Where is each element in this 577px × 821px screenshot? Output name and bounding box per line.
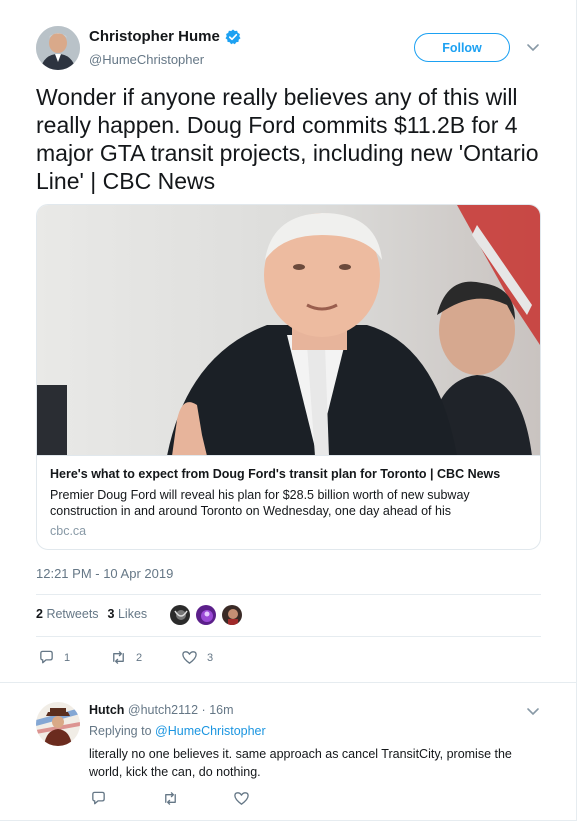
replying-to-link[interactable]: @HumeChristopher [155,724,266,738]
likes-count: 3 [107,607,115,621]
reply-reply-action[interactable] [90,790,116,807]
retweets-stat[interactable]: 2 Retweets [36,607,99,621]
chevron-down-icon[interactable] [526,704,540,718]
retweet-action[interactable]: 2 [110,649,142,666]
reply-author-name[interactable]: Hutch [89,703,124,717]
card-description: Premier Doug Ford will reveal his plan f… [50,488,470,518]
reply-time[interactable]: 16m [209,703,233,717]
reply-header: Hutch @hutch2112 · 16m [89,703,234,717]
tweet-timestamp[interactable]: 12:21 PM - 10 Apr 2019 [36,566,173,581]
replying-prefix: Replying to [89,724,152,738]
like-action[interactable]: 3 [181,649,213,666]
reply-text: literally no one believes it. same appro… [89,747,512,779]
verified-badge-icon [225,29,241,45]
divider [0,682,577,683]
reply-separator: · [201,703,206,717]
liker-avatar[interactable] [169,604,191,626]
like-icon [234,792,249,805]
likes-stat[interactable]: 3 Likes [108,607,148,621]
card-domain[interactable]: cbc.ca [50,524,86,538]
author-handle[interactable]: @HumeChristopher [89,52,204,67]
tweet-text: Wonder if anyone really believes any of … [36,84,539,194]
tweet-page: Christopher Hume @HumeChristopher Follow… [0,0,577,821]
retweets-label: Retweets [46,607,99,621]
reply-count: 1 [64,651,71,664]
card-image[interactable] [37,205,540,456]
reply-icon [92,791,105,805]
retweets-count: 2 [36,607,43,621]
card-title[interactable]: Here's what to expect from Doug Ford's t… [50,467,530,481]
divider [36,594,541,595]
liker-avatar[interactable] [221,604,243,626]
author-avatar[interactable] [36,26,80,70]
likers-avatars [169,604,247,626]
liker-avatar[interactable] [195,604,217,626]
author-name[interactable]: Christopher Hume [89,28,220,45]
retweet-count: 2 [136,651,143,664]
follow-button[interactable]: Follow [414,33,510,62]
likes-label: Likes [117,607,148,621]
reply-author-avatar[interactable] [36,702,80,746]
chevron-down-icon[interactable] [526,40,540,54]
reply-action[interactable]: 1 [38,649,70,666]
reply-author-handle[interactable]: @hutch2112 [128,703,198,717]
replying-to: Replying to @HumeChristopher [89,724,266,738]
like-count: 3 [207,651,214,664]
reply-retweet-action[interactable] [162,790,188,807]
retweet-icon [165,792,176,805]
author-name-row: Christopher Hume [89,28,241,45]
like-icon [182,651,197,664]
divider [36,636,541,637]
reply-icon [40,650,53,664]
retweet-icon [113,651,124,664]
link-card[interactable]: Here's what to expect from Doug Ford's t… [36,204,541,550]
engagement-stats: 2 Retweets 3 Likes [36,607,156,621]
reply-like-action[interactable] [233,790,259,807]
